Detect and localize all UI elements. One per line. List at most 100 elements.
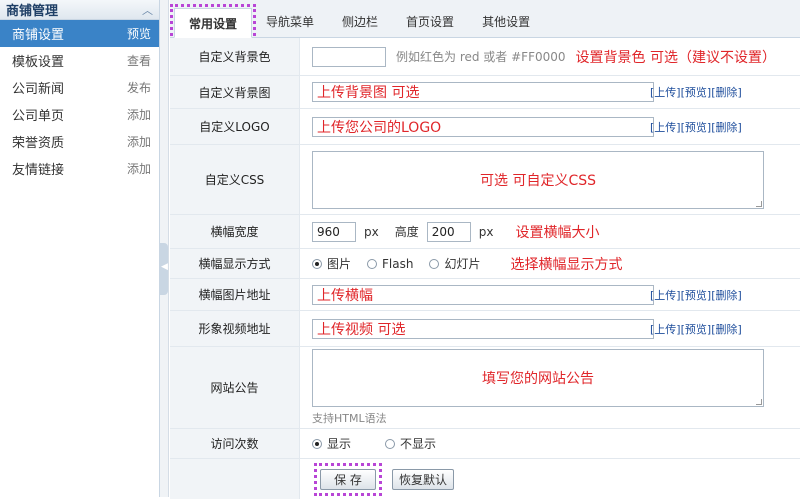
delete-link[interactable]: [删除] [711,121,742,134]
sidebar: 商铺管理 ︿ 商铺设置 预览 模板设置 查看 公司新闻 发布 公司单页 添加 荣… [0,0,160,497]
field-label: 访问次数 [170,429,300,458]
sidebar-item-action[interactable]: 添加 [127,106,151,123]
sidebar-item-news[interactable]: 公司新闻 发布 [0,74,159,101]
preview-link[interactable]: [预览] [681,121,712,134]
radio-icon [312,438,322,449]
sidebar-item-label: 友情链接 [12,163,65,178]
bg-color-input[interactable] [312,46,386,67]
css-textarea[interactable]: 可选 可自定义CSS [312,150,764,209]
logo-input[interactable]: 上传您公司的LOGO [312,116,654,137]
field-label: 自定义CSS [170,145,300,214]
notice-textarea-text: 填写您的网站公告 [482,371,594,387]
chevron-up-icon[interactable]: ︿ [142,2,153,18]
sidebar-item-action[interactable]: 发布 [127,79,151,96]
sidebar-item-label: 模板设置 [12,55,65,70]
row-custom-css: 自定义CSS 可选 可自定义CSS [170,145,800,215]
resize-grip-icon[interactable] [756,200,762,207]
row-video: 形象视频地址 上传视频 可选 [上传][预览][删除] [170,311,800,347]
radio-show[interactable]: 显示 [312,435,351,452]
sidebar-header[interactable]: 商铺管理 ︿ [0,0,159,20]
notice-textarea[interactable]: 填写您的网站公告 [312,349,764,407]
sidebar-splitter[interactable]: ◀ [160,0,169,497]
delete-link[interactable]: [删除] [711,289,742,302]
sidebar-item-single-page[interactable]: 公司单页 添加 [0,101,159,128]
field-label: 网站公告 [170,347,300,428]
radio-slideshow[interactable]: 幻灯片 [429,255,480,272]
actions-label [170,459,300,499]
row-banner-mode: 横幅显示方式 图片 Flash 幻灯片 选择横幅显示方式 [170,249,800,279]
field-label: 自定义LOGO [170,109,300,144]
sidebar-item-links[interactable]: 友情链接 添加 [0,155,159,182]
row-bg-color: 自定义背景色 例如红色为 red 或者 #FF0000 设置背景色 可选（建议不… [170,38,800,76]
radio-hide[interactable]: 不显示 [385,435,436,452]
radio-icon [367,258,378,269]
row-notice: 网站公告 填写您的网站公告 支持HTML语法 [170,347,800,429]
field-label: 自定义背景图 [170,76,300,108]
upload-link[interactable]: [上传] [650,289,681,302]
video-input[interactable]: 上传视频 可选 [312,318,654,339]
radio-image[interactable]: 图片 [312,255,351,272]
sidebar-item-action[interactable]: 预览 [127,25,151,42]
css-textarea-text: 可选 可自定义CSS [480,172,596,189]
field-label: 自定义背景色 [170,38,300,75]
banner-size-note: 设置横幅大小 [515,224,600,241]
radio-icon [385,438,396,449]
radio-icon [429,258,440,269]
sidebar-item-action[interactable]: 添加 [127,160,151,177]
row-banner-size: 横幅宽度 960 px 高度 200 px 设置横幅大小 [170,215,800,249]
reset-button[interactable]: 恢复默认 [392,468,454,490]
sidebar-item-label: 公司单页 [12,109,65,124]
row-visits: 访问次数 显示 不显示 [170,429,800,459]
width-unit: px [364,224,379,239]
delete-link[interactable]: [删除] [711,86,742,99]
bg-image-input[interactable]: 上传背景图 可选 [312,82,654,102]
chevron-left-icon: ◀ [161,262,168,272]
tab-home-settings[interactable]: 首页设置 [392,7,468,37]
radio-label: 不显示 [400,437,437,451]
preview-link[interactable]: [预览] [681,323,712,336]
field-label: 横幅显示方式 [170,249,300,278]
field-label: 横幅宽度 [170,215,300,248]
delete-link[interactable]: [删除] [711,323,742,336]
height-unit: px [478,224,494,239]
sidebar-title: 商铺管理 [6,4,59,19]
upload-link[interactable]: [上传] [650,323,681,336]
bg-color-note: 设置背景色 可选（建议不设置） [575,49,776,66]
radio-flash[interactable]: Flash [367,257,413,271]
bg-image-actions: [上传][预览][删除] [650,84,742,100]
row-logo: 自定义LOGO 上传您公司的LOGO [上传][预览][删除] [170,109,800,145]
field-label: 横幅图片地址 [170,279,300,310]
video-actions: [上传][预览][删除] [650,321,742,337]
save-button[interactable]: 保 存 [320,468,376,490]
sidebar-item-label: 荣誉资质 [12,136,65,151]
bg-color-hint: 例如红色为 red 或者 #FF0000 [396,50,566,64]
banner-height-input[interactable]: 200 [426,221,471,242]
sidebar-item-label: 商铺设置 [12,28,65,43]
main-panel: 常用设置 导航菜单 侧边栏 首页设置 其他设置 自定义背景色 例如红色为 red… [169,0,800,499]
tab-sidebar[interactable]: 侧边栏 [328,7,392,37]
resize-grip-icon[interactable] [756,399,762,405]
radio-label: 幻灯片 [444,257,481,271]
banner-url-input[interactable]: 上传横幅 [312,284,654,305]
upload-link[interactable]: [上传] [650,86,681,99]
tab-other-settings[interactable]: 其他设置 [468,7,544,37]
row-banner-url: 横幅图片地址 上传横幅 [上传][预览][删除] [170,279,800,311]
sidebar-item-template[interactable]: 模板设置 查看 [0,47,159,74]
preview-link[interactable]: [预览] [681,289,712,302]
sidebar-item-honors[interactable]: 荣誉资质 添加 [0,128,159,155]
sidebar-item-action[interactable]: 添加 [127,133,151,150]
upload-link[interactable]: [上传] [650,121,681,134]
sidebar-item-action[interactable]: 查看 [127,52,151,69]
save-highlight: 保 存 [314,462,382,496]
sidebar-item-shop-settings[interactable]: 商铺设置 预览 [0,20,159,47]
banner-mode-note: 选择横幅显示方式 [510,256,623,273]
collapse-handle[interactable]: ◀ [160,243,168,295]
tab-nav-menu[interactable]: 导航菜单 [252,7,328,37]
banner-url-actions: [上传][预览][删除] [650,287,742,303]
tab-common-settings[interactable]: 常用设置 [169,4,257,42]
row-bg-image: 自定义背景图 上传背景图 可选 [上传][预览][删除] [170,76,800,109]
preview-link[interactable]: [预览] [681,86,712,99]
radio-icon [312,258,322,269]
row-actions: 保 存 恢复默认 [170,459,800,499]
banner-width-input[interactable]: 960 [312,221,356,242]
